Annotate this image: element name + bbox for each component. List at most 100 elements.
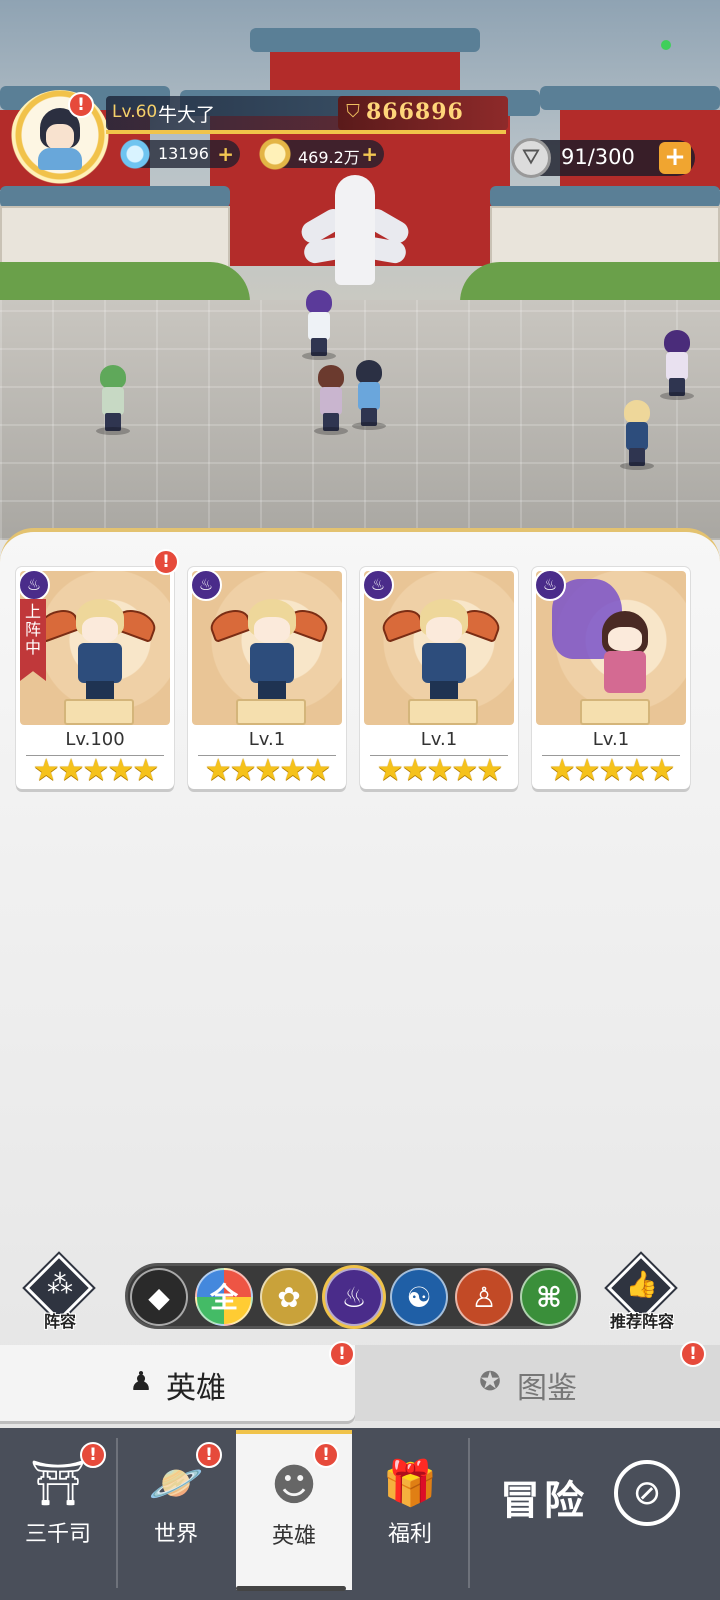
- lineup-button[interactable]: ⁂ 阵容: [22, 1254, 98, 1334]
- power-shield-icon: ⛉: [346, 101, 360, 122]
- tab-heroes-label: 英雄: [166, 1371, 226, 1406]
- hero-figure: [242, 599, 302, 699]
- filter-default-icon[interactable]: ◆: [130, 1268, 188, 1326]
- filter-dark-element-icon[interactable]: ♨: [325, 1268, 383, 1326]
- battle-scene: [0, 0, 720, 540]
- online-indicator: [661, 40, 671, 50]
- filter-all-label: 全: [209, 1281, 238, 1314]
- recommended-lineup-label: 推荐阵容: [609, 1312, 674, 1331]
- recommended-lineup-button[interactable]: 👍 推荐阵容: [604, 1254, 680, 1334]
- player-name: 牛大了: [158, 104, 216, 126]
- hero-person-icon: ♟: [129, 1367, 153, 1397]
- lineup-label: 阵容: [43, 1312, 76, 1331]
- player-avatar[interactable]: [10, 90, 110, 190]
- dark-element-icon: ♨: [18, 569, 50, 601]
- hero-pedestal: [408, 699, 478, 725]
- nav-world-alert-badge: !: [196, 1442, 222, 1468]
- temple-upper: [270, 52, 460, 92]
- tab-heroes-alert-badge: !: [329, 1341, 355, 1367]
- wall-roof-right: [490, 186, 720, 208]
- nav-sanqiansi-label: 三千司: [24, 1522, 91, 1547]
- hero-level: Lv.1: [248, 729, 286, 750]
- hero-card-alert-badge: !: [153, 549, 179, 575]
- hero-star-rating: ★★★★★: [32, 753, 159, 788]
- hero-card[interactable]: ♨ Lv.1 ★★★★★: [532, 567, 690, 789]
- hero-figure: [70, 599, 130, 699]
- stamina-value: 91/300: [561, 145, 635, 169]
- player-name-bar: Lv.60 牛大了: [106, 96, 346, 130]
- wall-roof-left: [0, 186, 230, 208]
- lineup-network-icon: ⁂: [47, 1270, 73, 1300]
- gold-counter: 469.2万 +: [258, 137, 384, 171]
- thumbs-up-icon: 👍: [625, 1270, 659, 1300]
- avatar-alert-badge: !: [68, 92, 94, 118]
- hero-level: Lv.100: [65, 729, 125, 750]
- tab-heroes[interactable]: ♟ 英雄: [0, 1345, 355, 1421]
- hero-face: [608, 627, 642, 651]
- dark-element-icon: ♨: [534, 569, 566, 601]
- filter-all-button[interactable]: 全: [195, 1268, 253, 1326]
- nav-sanqiansi-alert-badge: !: [80, 1442, 106, 1468]
- add-stamina-button[interactable]: +: [659, 142, 691, 174]
- add-gold-button[interactable]: +: [361, 143, 378, 165]
- filter-meditation-icon[interactable]: ♙: [455, 1268, 513, 1326]
- nav-heroes-label: 英雄: [271, 1524, 316, 1549]
- add-diamond-button[interactable]: +: [217, 143, 234, 165]
- in-lineup-ribbon: 上阵中: [20, 599, 46, 681]
- gift-box-icon: 🎁: [382, 1458, 438, 1509]
- experience-bar: [106, 130, 506, 134]
- filter-yin-yang-icon[interactable]: ☯: [390, 1268, 448, 1326]
- adventure-label: 冒险: [500, 1478, 588, 1524]
- stamina-icon: ⛛: [511, 138, 551, 178]
- hero-dress: [604, 651, 646, 693]
- combat-power-bar: ⛉ 866896: [338, 96, 508, 130]
- tab-atlas[interactable]: ✪ 图鉴: [355, 1345, 720, 1421]
- hero-pedestal: [236, 699, 306, 725]
- filter-dna-icon[interactable]: ⌘: [520, 1268, 578, 1326]
- courtyard-wall-right: [490, 206, 720, 270]
- temple-icon: ⛩: [30, 1458, 86, 1509]
- hero-sprite-dark-hair: [348, 360, 392, 430]
- planet-icon: 🪐: [148, 1458, 204, 1509]
- temple-roof-top: [250, 28, 480, 52]
- nav-welfare-label: 福利: [387, 1522, 432, 1547]
- hero-card[interactable]: ♨ Lv.1 ★★★★★: [188, 567, 346, 789]
- enemy-sprite-blonde: [616, 400, 660, 470]
- nav-welfare[interactable]: 🎁 福利: [352, 1432, 468, 1592]
- gold-coin-icon: [258, 137, 292, 171]
- combat-power-value: 866896: [366, 99, 464, 125]
- player-level: Lv.60: [112, 102, 158, 122]
- diamond-icon: [118, 137, 152, 171]
- tab-atlas-alert-badge: !: [680, 1341, 706, 1367]
- filter-lotus-icon[interactable]: ✿: [260, 1268, 318, 1326]
- dark-element-icon: ♨: [190, 569, 222, 601]
- enemy-sprite-green: [92, 365, 136, 435]
- diamond-counter: 13196 +: [118, 137, 240, 171]
- hero-card[interactable]: ♨ Lv.1 ★★★★★: [360, 567, 518, 789]
- hero-card[interactable]: ♨ 上阵中 Lv.100 ★★★★★: [16, 567, 174, 789]
- tab-atlas-label: 图鉴: [517, 1371, 577, 1406]
- dark-element-icon: ♨: [362, 569, 394, 601]
- compass-icon: ⊘: [614, 1460, 680, 1526]
- hero-head-icon: ☻: [271, 1460, 317, 1511]
- stamina-counter: ⛛ 91/300 +: [511, 138, 695, 178]
- hero-figure: [414, 599, 474, 699]
- home-indicator: [236, 1586, 346, 1591]
- nav-heroes-alert-badge: !: [313, 1442, 339, 1468]
- hero-star-rating: ★★★★★: [376, 753, 503, 788]
- temple-roof-right: [540, 86, 720, 110]
- hero-star-rating: ★★★★★: [548, 753, 675, 788]
- courtyard-wall-left: [0, 206, 230, 270]
- hero-pedestal: [580, 699, 650, 725]
- gold-value: 469.2万: [298, 148, 360, 167]
- enemy-sprite-purple: [656, 330, 700, 400]
- adventure-button[interactable]: 冒险 ⊘: [468, 1432, 720, 1592]
- hero-star-rating: ★★★★★: [204, 753, 331, 788]
- hero-pedestal: [64, 699, 134, 725]
- avatar-shirt: [38, 148, 82, 170]
- fox-statue: [297, 175, 413, 295]
- atlas-book-icon: ✪: [479, 1367, 501, 1397]
- nav-world-label: 世界: [153, 1522, 198, 1547]
- diamond-value: 13196: [158, 144, 209, 163]
- hero-sprite-swordswoman: [298, 290, 342, 360]
